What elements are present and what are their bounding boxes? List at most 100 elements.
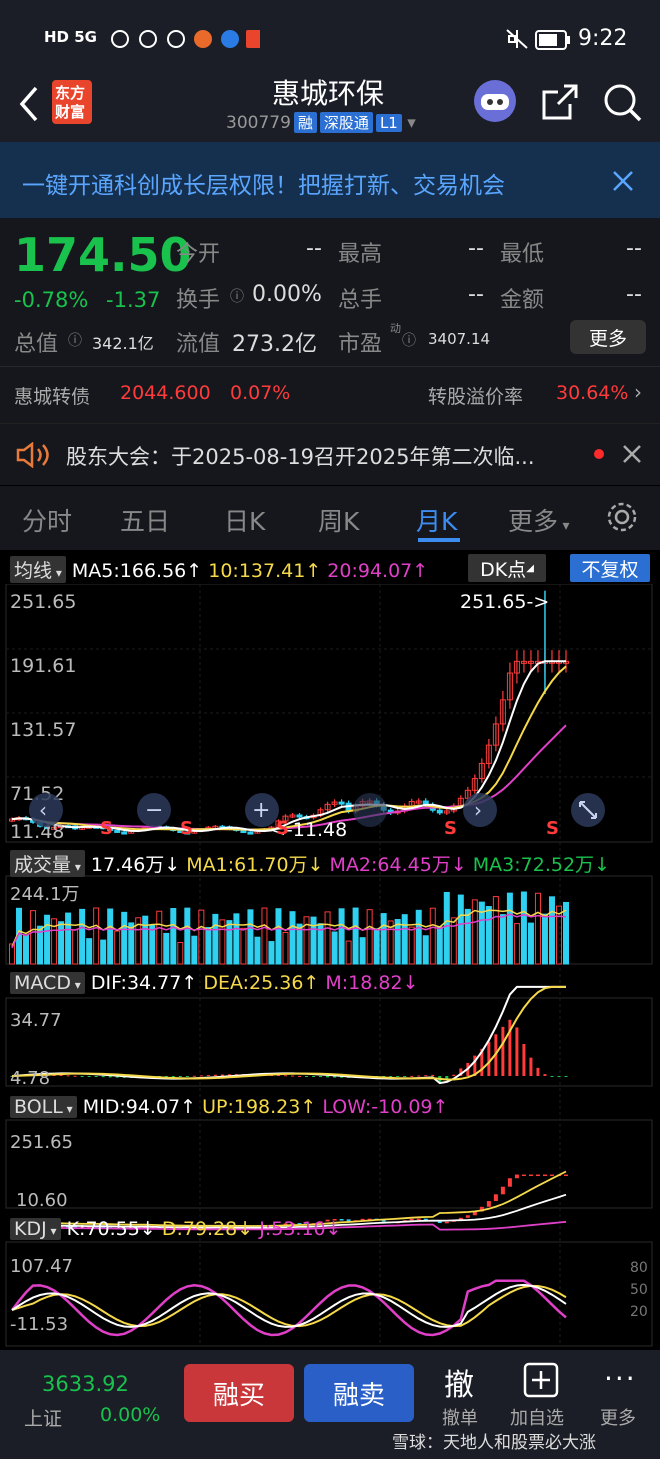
volume-bar	[527, 922, 534, 965]
close-icon[interactable]	[612, 170, 634, 192]
chevron-right-icon[interactable]: ›	[634, 380, 642, 404]
kline-y-label: 251.65	[10, 591, 76, 613]
macd-indicator-select[interactable]: MACD ▾	[10, 972, 85, 994]
tab-5day[interactable]: 五日	[120, 502, 170, 538]
add-watchlist-icon[interactable]	[523, 1362, 559, 1398]
kdj-indicator-select[interactable]: KDJ ▾	[10, 1218, 61, 1240]
boll-header: BOLL ▾ MID:94.07↑ UP:198.23↑ LOW:-10.09↑	[10, 1096, 448, 1118]
tab-monthly[interactable]: 月K	[416, 502, 457, 538]
macd-bar	[326, 1076, 330, 1078]
boll-indicator-select[interactable]: BOLL ▾	[10, 1096, 77, 1118]
volume-bar	[114, 930, 121, 965]
amount-value: --	[626, 282, 642, 307]
notification-icons	[111, 30, 260, 48]
kdj-y-label: -11.53	[10, 1314, 68, 1335]
kdj-ref-label: 50	[630, 1282, 648, 1298]
macd-bar	[94, 1076, 98, 1077]
volume-bar	[44, 914, 51, 965]
pe-value: 3407.14	[428, 330, 491, 348]
more-button[interactable]: 更多	[570, 320, 646, 354]
macd-bar	[424, 1075, 428, 1077]
promo-banner[interactable]: 一键开通科创成长层权限！把握打新、交易机会	[0, 142, 660, 218]
tab-more[interactable]: 更多 ▾	[508, 502, 570, 538]
tab-weekly[interactable]: 周K	[318, 502, 359, 538]
stock-code-row: 300779 融深股通 L1 ▾	[226, 112, 416, 133]
info-icon[interactable]: ⓘ	[230, 286, 244, 306]
macd-bar	[431, 1074, 435, 1076]
dk-point-button[interactable]: DK点 ◢	[468, 554, 546, 582]
amount-label: 金额	[500, 288, 545, 313]
divider	[0, 366, 660, 367]
volume-bar	[415, 909, 422, 965]
gear-icon[interactable]	[605, 500, 639, 534]
mktcap-value: 342.1亿	[92, 334, 154, 353]
boll-y-label: 251.65	[10, 1132, 73, 1153]
margin-sell-button[interactable]: 融卖	[304, 1364, 414, 1422]
add-watchlist-label[interactable]: 加自选	[510, 1404, 564, 1430]
volume-bar	[338, 908, 345, 965]
turnover-value: 0.00%	[252, 282, 322, 307]
share-icon[interactable]	[540, 82, 580, 122]
volume-bar	[457, 894, 464, 965]
volume-bar	[254, 936, 261, 965]
high-label: 最高	[338, 242, 383, 267]
bond-name[interactable]: 惠城转债	[14, 382, 90, 409]
volume-bar	[429, 907, 436, 965]
speaker-icon	[16, 442, 49, 468]
announcement-text[interactable]: 股东大会：于2025-08-19召开2025年第二次临...	[66, 441, 535, 471]
adjust-toggle[interactable]: 不复权	[570, 554, 650, 582]
search-icon[interactable]	[602, 82, 644, 124]
watermark: 雪球：天地人和股票必大涨	[392, 1433, 596, 1453]
boll-candle	[564, 1174, 568, 1177]
kdj-d-line	[11, 1284, 567, 1328]
cancel-order-label[interactable]: 撤单	[442, 1404, 478, 1430]
macd-bar	[529, 1057, 533, 1076]
margin-buy-button[interactable]: 融买	[184, 1364, 294, 1422]
ma-indicator-select[interactable]: 均线 ▾	[10, 556, 66, 583]
cancel-order-icon[interactable]: 撤	[444, 1360, 474, 1404]
volume-bar	[492, 896, 499, 965]
volume-bar	[23, 934, 30, 965]
banner-text[interactable]: 一键开通科创成长层权限！把握打新、交易机会	[22, 166, 505, 200]
close-icon[interactable]	[622, 444, 642, 464]
tab-daily[interactable]: 日K	[224, 502, 265, 538]
index-name[interactable]: 上证	[24, 1404, 62, 1431]
premium-value: 30.64%	[556, 382, 629, 404]
candle	[331, 799, 338, 807]
macd-bar	[312, 1076, 316, 1077]
volume-bar	[422, 935, 429, 965]
volume-bar	[72, 929, 79, 965]
more-label[interactable]: 更多	[600, 1404, 636, 1430]
volume-indicator-select[interactable]: 成交量 ▾	[10, 850, 85, 877]
volume-bar	[555, 905, 562, 965]
stock-header: 东方 财富 惠城环保 300779 融深股通 L1 ▾	[0, 70, 660, 142]
volume-bar	[499, 914, 506, 965]
chart-area: 均线 ▾ MA5:166.56↑ 10:137.41↑ 20:94.07↑ DK…	[0, 550, 660, 1350]
more-icon[interactable]: ···	[604, 1362, 637, 1395]
pe-superscript: 动	[390, 322, 401, 335]
back-arrow-icon[interactable]	[14, 84, 42, 124]
macd-y-label: 34.77	[10, 1010, 62, 1031]
sell-marker: S	[276, 818, 289, 839]
volume-bar	[100, 939, 107, 965]
boll-candle	[493, 1194, 498, 1202]
index-value[interactable]: 3633.92	[42, 1372, 129, 1396]
volume-bar	[233, 913, 240, 965]
candle	[506, 662, 513, 709]
info-icon[interactable]: ⓘ	[402, 330, 416, 350]
volume-header: 成交量 ▾ 17.46万↓ MA1:61.70万↓ MA2:64.45万↓ MA…	[10, 850, 610, 877]
robot-assistant-icon[interactable]	[472, 78, 518, 124]
boll-candle	[486, 1201, 491, 1207]
macd-bar	[501, 1026, 505, 1076]
ma10-value: 10:137.41	[208, 560, 306, 582]
volume-bar	[198, 909, 205, 965]
info-icon[interactable]: ⓘ	[68, 330, 82, 350]
tab-intraday[interactable]: 分时	[22, 502, 72, 538]
unread-dot	[594, 449, 604, 459]
quote-panel: 174.50 -0.78% -1.37 今开 -- 最高 -- 最低 -- 换手…	[0, 218, 660, 423]
macd-bar	[108, 1076, 112, 1078]
candle	[485, 738, 492, 769]
announcement-bar[interactable]: 股东大会：于2025-08-19召开2025年第二次临...	[0, 423, 660, 485]
status-bar: HD 5G 9:22	[0, 0, 660, 70]
period-tabs: 分时 五日 日K 周K 月K 更多 ▾	[0, 486, 660, 550]
